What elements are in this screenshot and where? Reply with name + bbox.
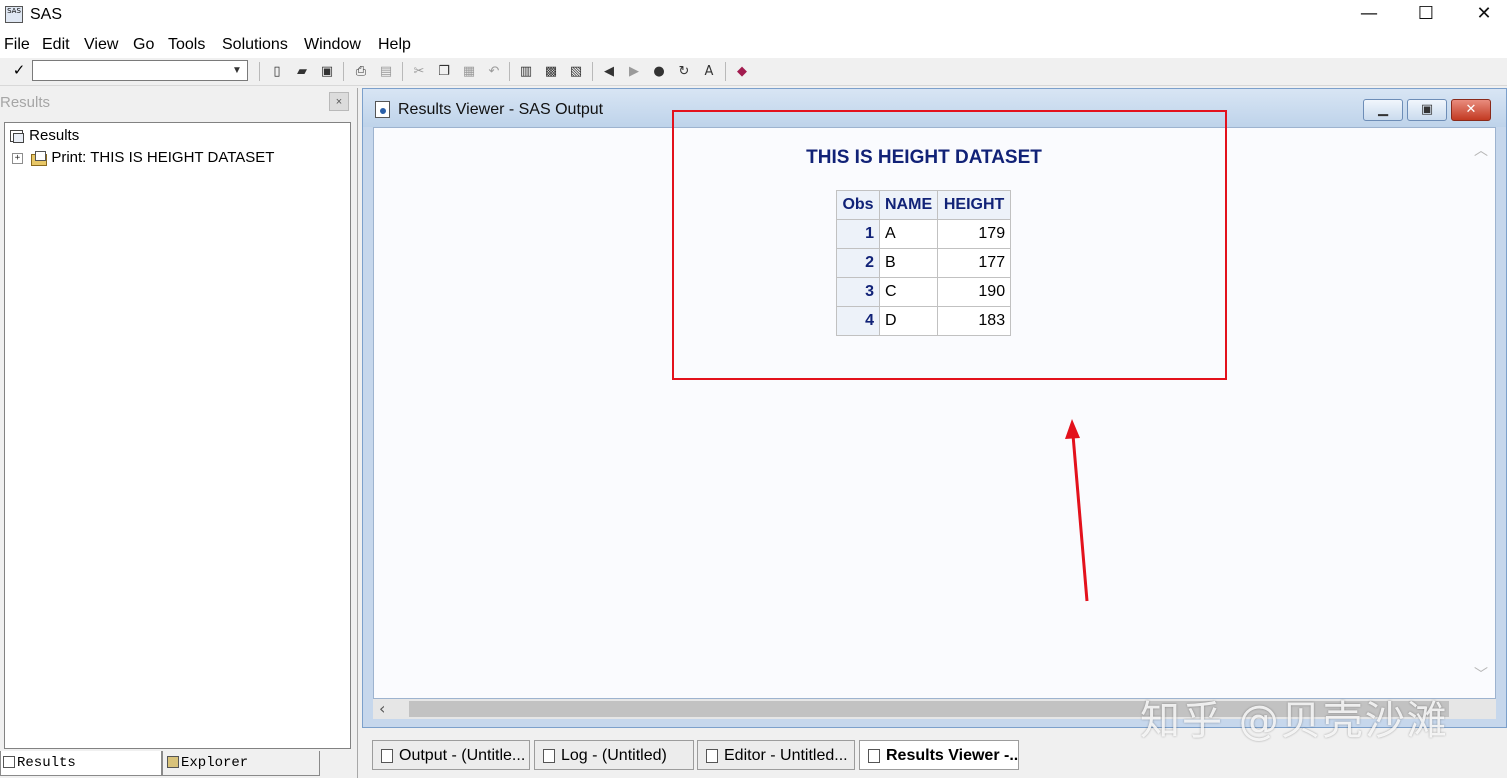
open-folder-icon[interactable]: ▰ bbox=[291, 61, 313, 82]
log-doc-icon bbox=[543, 748, 555, 763]
menu-view[interactable]: View bbox=[84, 36, 118, 54]
new-library-icon[interactable]: ▥ bbox=[515, 61, 537, 82]
cut-icon[interactable]: ✂ bbox=[408, 61, 430, 82]
font-icon[interactable]: A bbox=[698, 61, 720, 82]
menu-file[interactable]: File bbox=[4, 36, 30, 54]
toolbar-divider bbox=[592, 62, 593, 81]
scroll-left-icon[interactable]: ‹ bbox=[379, 699, 395, 719]
toolbar-divider bbox=[402, 62, 403, 81]
print-output-folder-icon bbox=[31, 151, 48, 167]
back-arrow-icon[interactable]: ◀ bbox=[598, 61, 620, 82]
output-doc-icon bbox=[381, 748, 393, 763]
toolbar-divider bbox=[343, 62, 344, 81]
traffic-light-icon[interactable]: ● bbox=[648, 61, 670, 82]
results-pane: Results × Results + Print: THIS IS HEIGH… bbox=[0, 88, 358, 778]
editor-doc-icon bbox=[706, 748, 718, 763]
paste-icon[interactable]: ▦ bbox=[458, 61, 480, 82]
tab-editor[interactable]: Editor - Untitled... bbox=[697, 740, 855, 770]
viewer-close-button[interactable]: ✕ bbox=[1451, 99, 1491, 121]
undo-icon[interactable]: ↶ bbox=[483, 61, 505, 82]
sas-app-icon: SAS bbox=[5, 6, 23, 23]
tab-results[interactable]: Results bbox=[0, 751, 162, 776]
help-book-icon[interactable]: ◆ bbox=[731, 61, 753, 82]
command-box[interactable]: ▼ bbox=[32, 60, 248, 81]
tree-item-print[interactable]: + Print: THIS IS HEIGHT DATASET bbox=[11, 147, 274, 169]
explorer-tab-icon bbox=[167, 756, 179, 769]
tab-log[interactable]: Log - (Untitled) bbox=[534, 740, 694, 770]
close-icon[interactable]: × bbox=[329, 92, 349, 111]
print-icon[interactable]: ⎙ bbox=[350, 61, 372, 82]
viewer-minimize-button[interactable]: ▁ bbox=[1363, 99, 1403, 121]
annotation-arrow bbox=[1065, 419, 1089, 602]
toolbar-divider bbox=[509, 62, 510, 81]
title-bar: SAS SAS — ☐ ✕ bbox=[0, 0, 1507, 32]
print-preview-icon[interactable]: ▤ bbox=[375, 61, 397, 82]
results-viewer-icon bbox=[375, 101, 390, 118]
expand-plus-icon[interactable]: + bbox=[12, 153, 23, 164]
scroll-down-icon[interactable]: ﹀ bbox=[1474, 664, 1488, 684]
save-icon[interactable]: ▣ bbox=[316, 61, 338, 82]
viewer-restore-button[interactable]: ▣ bbox=[1407, 99, 1447, 121]
results-tree: Results + Print: THIS IS HEIGHT DATASET bbox=[4, 122, 351, 749]
tree-root-label: Results bbox=[29, 127, 80, 144]
sas-explorer-icon[interactable]: ▩ bbox=[540, 61, 562, 82]
tab-results-label: Results bbox=[17, 755, 76, 771]
tab-output-label: Output - (Untitle... bbox=[399, 747, 526, 764]
tab-explorer-label: Explorer bbox=[181, 755, 249, 771]
results-pane-header: Results × bbox=[0, 88, 355, 116]
results-tab-icon bbox=[3, 756, 15, 769]
tab-log-label: Log - (Untitled) bbox=[561, 747, 667, 764]
maximize-button[interactable]: ☐ bbox=[1397, 0, 1455, 30]
forward-arrow-icon[interactable]: ▶ bbox=[623, 61, 645, 82]
minimize-button[interactable]: — bbox=[1340, 0, 1398, 30]
tab-explorer[interactable]: Explorer bbox=[162, 751, 320, 776]
toolbar: ✓ ▼ ▯ ▰ ▣ ⎙ ▤ ✂ ❐ ▦ ↶ ▥ ▩ ▧ ◀ ▶ ● ↻ A ◆ bbox=[0, 58, 1507, 86]
refresh-icon[interactable]: ↻ bbox=[673, 61, 695, 82]
menu-tools[interactable]: Tools bbox=[168, 36, 205, 54]
toolbar-divider bbox=[725, 62, 726, 81]
tree-item-label: Print: THIS IS HEIGHT DATASET bbox=[51, 149, 275, 166]
tab-results-viewer[interactable]: Results Viewer -... bbox=[859, 740, 1019, 770]
open-table-icon[interactable]: ▧ bbox=[565, 61, 587, 82]
tab-results-viewer-label: Results Viewer -... bbox=[886, 747, 1019, 764]
tree-root[interactable]: Results bbox=[9, 125, 79, 147]
submit-command-icon[interactable]: ✓ bbox=[9, 61, 29, 81]
results-folder-icon bbox=[9, 129, 25, 144]
watermark: 知乎 @贝壳沙滩 bbox=[1140, 698, 1449, 744]
chevron-down-icon[interactable]: ▼ bbox=[229, 62, 245, 79]
toolbar-divider bbox=[259, 62, 260, 81]
tab-output[interactable]: Output - (Untitle... bbox=[372, 740, 530, 770]
tab-editor-label: Editor - Untitled... bbox=[724, 747, 848, 764]
menu-edit[interactable]: Edit bbox=[42, 36, 70, 54]
menu-window[interactable]: Window bbox=[304, 36, 361, 54]
menu-go[interactable]: Go bbox=[133, 36, 154, 54]
menu-solutions[interactable]: Solutions bbox=[222, 36, 288, 54]
menu-help[interactable]: Help bbox=[378, 36, 411, 54]
annotation-highlight-box bbox=[672, 110, 1227, 380]
new-file-icon[interactable]: ▯ bbox=[266, 61, 288, 82]
window-title: SAS bbox=[30, 6, 63, 23]
menu-bar: File Edit View Go Tools Solutions Window… bbox=[0, 32, 1507, 58]
results-pane-title: Results bbox=[0, 94, 51, 111]
results-viewer-tab-icon bbox=[868, 748, 880, 763]
viewer-title: Results Viewer - SAS Output bbox=[398, 101, 604, 118]
copy-icon[interactable]: ❐ bbox=[433, 61, 455, 82]
close-button[interactable]: ✕ bbox=[1455, 0, 1507, 30]
scroll-up-icon[interactable]: ︿ bbox=[1474, 140, 1488, 160]
pane-tabs: Results Explorer bbox=[0, 751, 355, 778]
